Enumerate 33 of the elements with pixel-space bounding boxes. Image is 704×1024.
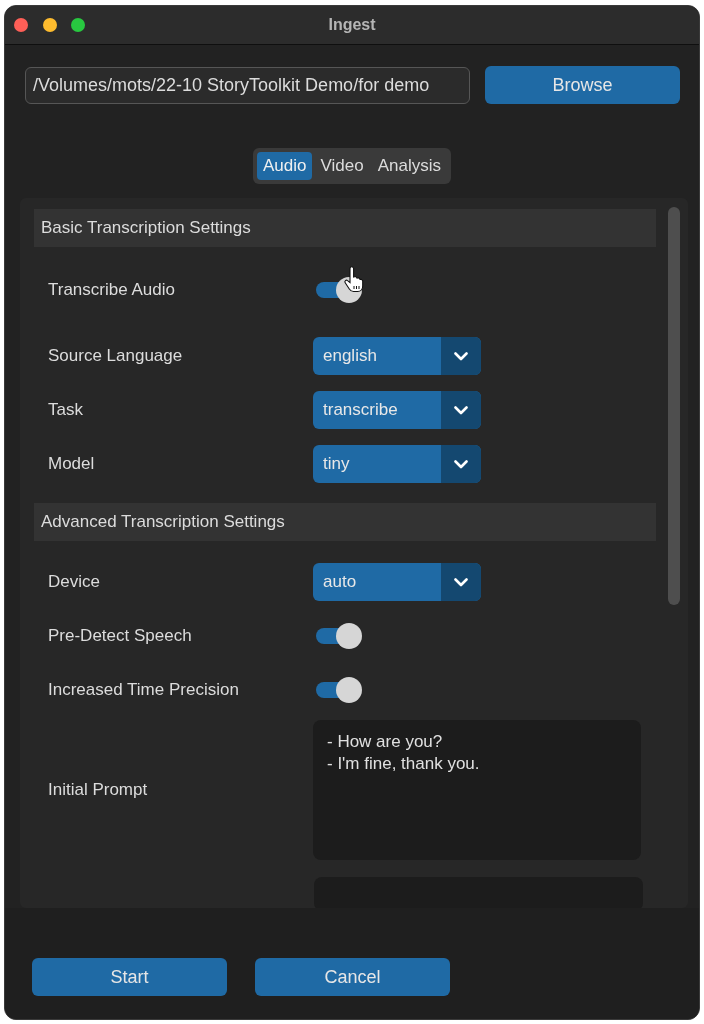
- chevron-down-icon: [454, 577, 468, 587]
- prompt-text-area[interactable]: - How are you? - I'm fine, thank you.: [313, 720, 641, 860]
- section-header: Basic Transcription Settings: [34, 209, 656, 247]
- toggle-switch[interactable]: [316, 677, 362, 703]
- chevron-down-icon: [454, 459, 468, 469]
- setting-label: Device: [47, 572, 101, 592]
- setting-label: Initial Prompt: [47, 780, 149, 800]
- window-title: Ingest: [328, 16, 376, 34]
- setting-label: Task: [47, 400, 84, 420]
- setting-label: Transcribe Audio: [47, 280, 176, 300]
- zoom-icon[interactable]: [71, 18, 85, 32]
- setting-label: Source Language: [47, 346, 184, 366]
- dropdown[interactable]: english: [313, 337, 481, 375]
- dropdown[interactable]: transcribe: [313, 391, 481, 429]
- toggle-switch[interactable]: [316, 623, 362, 649]
- tab[interactable]: Video: [314, 152, 370, 180]
- minimize-icon[interactable]: [42, 18, 57, 32]
- tab[interactable]: Analysis: [371, 152, 447, 180]
- action-button[interactable]: Start: [32, 958, 227, 996]
- dropdown[interactable]: tiny: [313, 445, 481, 483]
- setting-label: Model: [47, 454, 96, 474]
- browse-button[interactable]: Browse: [485, 66, 680, 104]
- section-header: Advanced Transcription Settings: [34, 503, 656, 541]
- chevron-down-icon: [454, 351, 468, 361]
- dropdown[interactable]: auto: [313, 563, 481, 601]
- close-icon[interactable]: [14, 18, 28, 32]
- scrollbar[interactable]: [668, 207, 680, 605]
- tab[interactable]: Audio: [257, 152, 313, 180]
- setting-label: Increased Time Precision: [47, 680, 240, 700]
- setting-label: Pre-Detect Speech: [47, 626, 193, 646]
- action-button[interactable]: Cancel: [255, 958, 450, 996]
- chevron-down-icon: [454, 405, 468, 415]
- path-field[interactable]: /Volumes/mots/22-10 StoryToolkit Demo/for demo: [25, 66, 470, 104]
